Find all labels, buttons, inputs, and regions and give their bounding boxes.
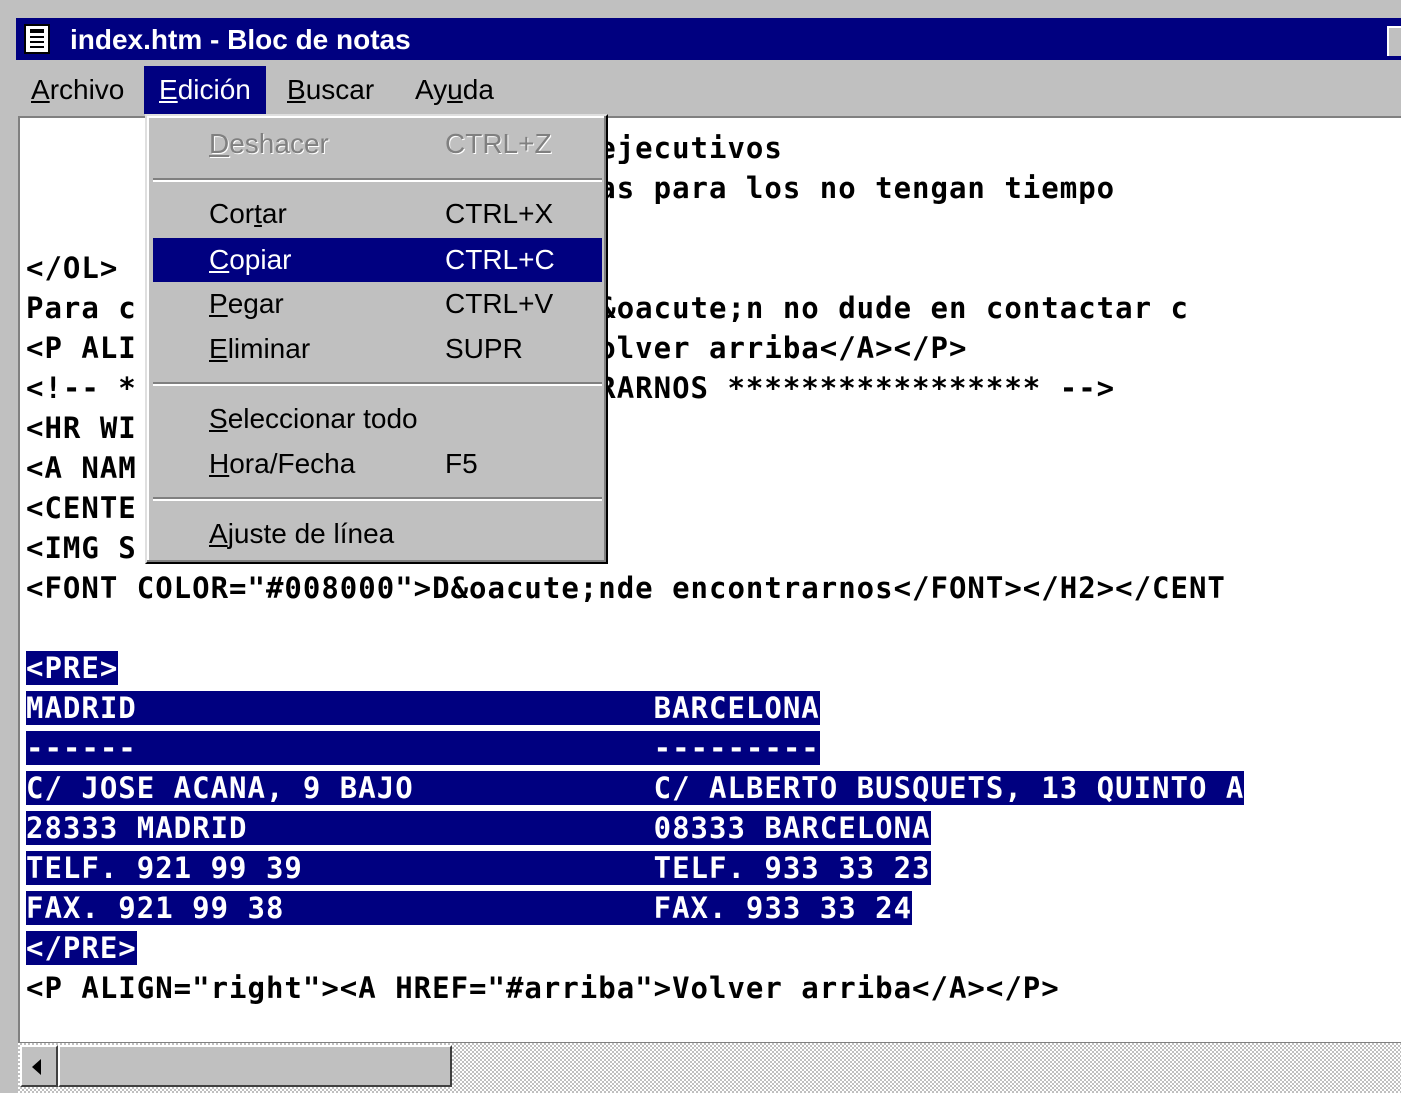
menu-item-shortcut: SUPR: [445, 333, 523, 364]
menu-bar: Archivo Edición Buscar Ayuda: [16, 64, 1401, 114]
line-text: <HR WI: [26, 411, 137, 445]
menu-accel: B: [287, 74, 306, 105]
menu-item-eliminar[interactable]: Eliminar SUPR: [153, 327, 602, 371]
selected-text: FAX. 921 99 38 FAX. 933 33 24: [26, 891, 913, 925]
menu-item-pegar[interactable]: Pegar CTRL+V: [153, 282, 602, 326]
menu-separator: [153, 382, 602, 386]
menu-label-pre: Ay: [415, 74, 448, 105]
editor-line-selected: ------ ---------: [26, 728, 820, 768]
menu-item-shortcut: CTRL+X: [445, 198, 554, 229]
menu-label: rchivo: [49, 74, 125, 105]
editor-line-selected: C/ JOSE ACANA, 9 BAJO C/ ALBERTO BUSQUET…: [26, 768, 1245, 808]
editor-line: <CENTE: [26, 488, 137, 528]
minimize-button[interactable]: [1387, 26, 1401, 56]
editor-line-selected: <PRE>: [26, 648, 119, 688]
menu-item-shortcut: CTRL+C: [445, 244, 555, 275]
window-title: index.htm - Bloc de notas: [70, 24, 411, 55]
menu-accel: u: [447, 74, 463, 105]
editor-line-selected: 28333 MADRID 08333 BARCELONA: [26, 808, 931, 848]
title-bar[interactable]: index.htm - Bloc de notas: [16, 18, 1401, 60]
menu-item-label: Seleccionar todo: [209, 403, 418, 434]
editor-line-selected: FAX. 921 99 38 FAX. 933 33 24: [26, 888, 913, 928]
selected-text: 28333 MADRID 08333 BARCELONA: [26, 811, 931, 845]
menu-item-seleccionar-todo[interactable]: Seleccionar todo: [153, 397, 602, 441]
menu-ayuda[interactable]: Ayuda: [400, 66, 509, 114]
menu-item-label: Deshacer: [209, 128, 329, 159]
selected-text: <PRE>: [26, 651, 119, 685]
menu-label: da: [462, 74, 494, 105]
menu-item-label: Eliminar: [209, 333, 311, 364]
scroll-thumb[interactable]: [58, 1045, 452, 1087]
horizontal-scrollbar[interactable]: [18, 1042, 1401, 1093]
menu-item-copiar[interactable]: Copiar CTRL+C: [153, 238, 602, 282]
editor-line: <HR WI: [26, 408, 137, 448]
editor-line-selected: TELF. 921 99 39 TELF. 933 33 23: [26, 848, 931, 888]
menu-item-ajuste-de-linea[interactable]: Ajuste de línea: [153, 512, 602, 556]
line-text: </OL>: [26, 251, 119, 285]
line-text: <IMG S: [26, 531, 137, 565]
notepad-window: index.htm - Bloc de notas Archivo Edició…: [0, 0, 1401, 1093]
menu-edicion[interactable]: Edición: [144, 66, 266, 114]
selected-text: C/ JOSE ACANA, 9 BAJO C/ ALBERTO BUSQUET…: [26, 771, 1245, 805]
menu-archivo[interactable]: Archivo: [16, 66, 139, 114]
scroll-left-arrow-icon[interactable]: [20, 1045, 58, 1087]
menu-item-shortcut: CTRL+V: [445, 288, 554, 319]
menu-item-label: Ajuste de línea: [209, 518, 395, 549]
menu-item-label: Cortar: [209, 198, 287, 229]
editor-line-selected: MADRID BARCELONA: [26, 688, 820, 728]
menu-item-cortar[interactable]: Cortar CTRL+X: [153, 192, 602, 236]
menu-item-shortcut: CTRL+Z: [445, 128, 552, 159]
selected-text: MADRID BARCELONA: [26, 691, 820, 725]
menu-item-label: Hora/Fecha: [209, 448, 356, 479]
line-text: <A NAM: [26, 451, 137, 485]
editor-line: <A NAM: [26, 448, 137, 488]
selected-text: TELF. 921 99 39 TELF. 933 33 23: [26, 851, 931, 885]
line-text: <CENTE: [26, 491, 137, 525]
line-text: <FONT COLOR="#008000">D&oacute;nde encon…: [26, 571, 1226, 605]
menu-item-shortcut: F5: [445, 448, 478, 479]
editor-line: </OL>: [26, 248, 118, 288]
menu-separator: [153, 497, 602, 501]
menu-item-label: Copiar: [209, 244, 292, 275]
selected-text: ------ ---------: [26, 731, 820, 765]
editor-line: <P ALIGN="right"><A HREF="#arriba">Volve…: [26, 968, 1060, 1008]
editor-line: <IMG S: [26, 528, 137, 568]
editor-line-selected: </PRE>: [26, 928, 137, 968]
menu-item-label: Pegar: [209, 288, 284, 319]
menu-item-deshacer[interactable]: Deshacer CTRL+Z: [153, 122, 602, 166]
notepad-icon[interactable]: [24, 24, 50, 54]
menu-buscar[interactable]: Buscar: [272, 66, 389, 114]
edit-menu-dropdown: Deshacer CTRL+Z Cortar CTRL+X Copiar CTR…: [145, 114, 608, 564]
line-text: <P ALIGN="right"><A HREF="#arriba">Volve…: [26, 971, 1060, 1005]
menu-label: dición: [177, 74, 251, 105]
editor-line: <FONT COLOR="#008000">D&oacute;nde encon…: [26, 568, 1226, 608]
menu-accel: A: [31, 74, 50, 105]
menu-accel: E: [159, 74, 178, 105]
menu-separator: [153, 178, 602, 182]
selected-text: </PRE>: [26, 931, 137, 965]
menu-item-hora-fecha[interactable]: Hora/Fecha F5: [153, 442, 602, 486]
menu-label: uscar: [305, 74, 375, 105]
